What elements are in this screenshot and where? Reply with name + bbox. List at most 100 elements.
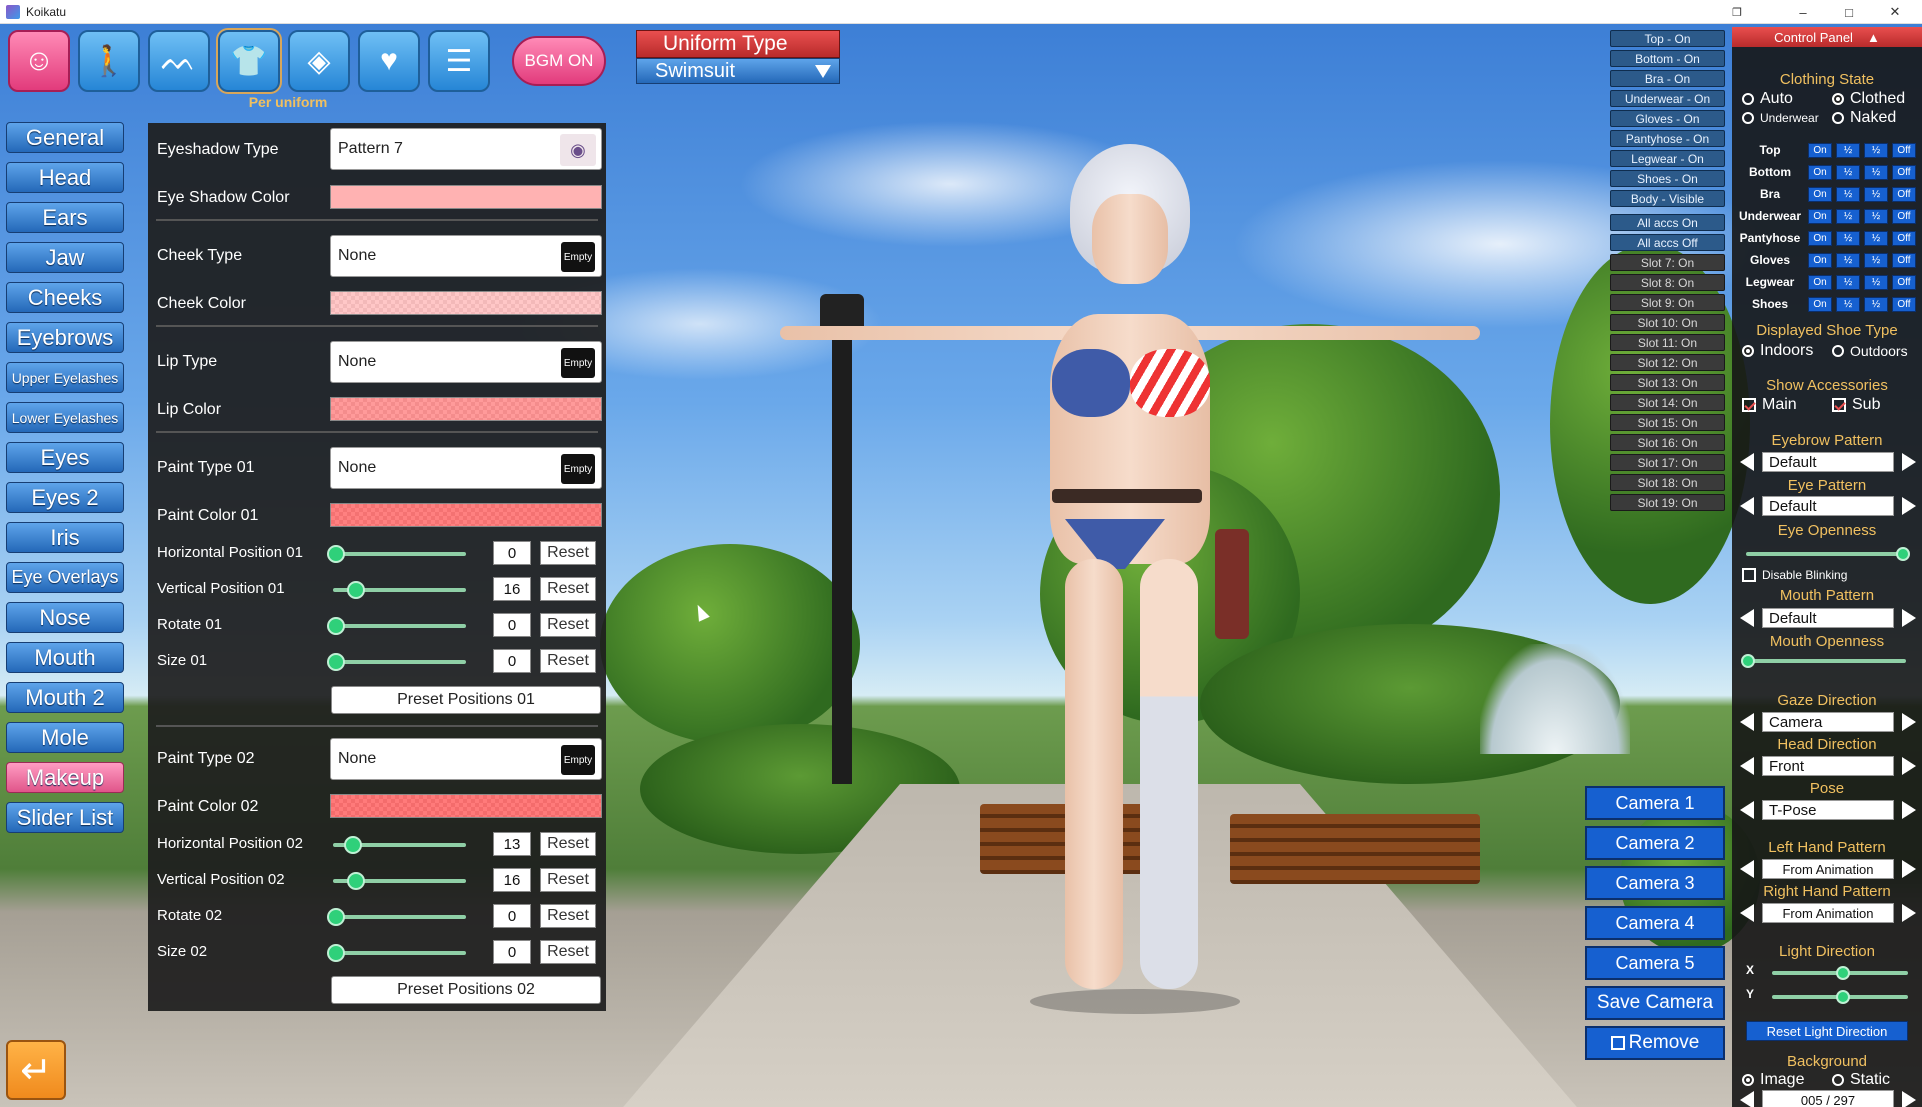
arrow-right-icon[interactable] <box>1902 757 1916 775</box>
paint1-vertical-slider[interactable] <box>333 581 466 599</box>
slot-toggle[interactable]: Slot 17: On <box>1610 454 1725 471</box>
clothing-state-button[interactable]: ½ <box>1864 296 1888 312</box>
slot-toggle[interactable]: Slot 19: On <box>1610 494 1725 511</box>
camera-3-button[interactable]: Camera 3 <box>1585 866 1725 900</box>
clothing-state-button[interactable]: On <box>1808 164 1832 180</box>
lip-color-swatch[interactable] <box>330 397 602 421</box>
preset-positions-01-button[interactable]: Preset Positions 01 <box>331 686 601 714</box>
slot-toggle[interactable]: Slot 8: On <box>1610 274 1725 291</box>
reset-button[interactable]: Reset <box>540 649 596 673</box>
maximize-button[interactable]: □ <box>1826 0 1872 24</box>
light-x-slider[interactable] <box>1772 966 1908 980</box>
arrow-right-icon[interactable] <box>1902 860 1916 878</box>
toggle-underwear[interactable]: Underwear - On <box>1610 90 1725 107</box>
category-mouth[interactable]: Mouth <box>6 642 124 673</box>
category-mouth-2[interactable]: Mouth 2 <box>6 682 124 713</box>
category-upper-eyelashes[interactable]: Upper Eyelashes <box>6 362 124 393</box>
paint2-rotate-slider[interactable] <box>327 908 466 926</box>
document-icon[interactable]: ☰ <box>428 30 490 92</box>
clothing-state-button[interactable]: On <box>1808 274 1832 290</box>
category-general[interactable]: General <box>6 122 124 153</box>
slot-toggle[interactable]: Slot 11: On <box>1610 334 1725 351</box>
value-field[interactable]: 0 <box>493 649 531 673</box>
accessory-icon[interactable]: ◈ <box>288 30 350 92</box>
toggle-bra[interactable]: Bra - On <box>1610 70 1725 87</box>
bgm-toggle-button[interactable]: BGM ON <box>512 36 606 86</box>
hair-icon[interactable]: ᨓ <box>148 30 210 92</box>
light-y-slider[interactable] <box>1772 990 1908 1004</box>
value-field[interactable]: 16 <box>493 868 531 892</box>
slider-knob[interactable] <box>347 872 365 890</box>
uniform-type-dropdown[interactable]: Swimsuit <box>636 58 840 84</box>
category-lower-eyelashes[interactable]: Lower Eyelashes <box>6 402 124 433</box>
slider-knob[interactable] <box>327 545 345 563</box>
clothing-state-button[interactable]: Off <box>1892 230 1916 246</box>
arrow-right-icon[interactable] <box>1902 713 1916 731</box>
clothes-icon[interactable]: 👕 <box>216 28 282 94</box>
arrow-left-icon[interactable] <box>1740 860 1754 878</box>
arrow-right-icon[interactable] <box>1902 1091 1916 1107</box>
clothing-state-button[interactable]: On <box>1808 142 1832 158</box>
state-underwear-radio[interactable]: Underwear <box>1742 111 1819 125</box>
paint2-color-swatch[interactable] <box>330 794 602 818</box>
category-jaw[interactable]: Jaw <box>6 242 124 273</box>
reset-button[interactable]: Reset <box>540 940 596 964</box>
clothing-state-button[interactable]: On <box>1808 230 1832 246</box>
mouth-openness-slider[interactable] <box>1741 654 1906 668</box>
slot-toggle[interactable]: Slot 12: On <box>1610 354 1725 371</box>
toggle-bottom[interactable]: Bottom - On <box>1610 50 1725 67</box>
category-ears[interactable]: Ears <box>6 202 124 233</box>
slot-toggle[interactable]: Slot 13: On <box>1610 374 1725 391</box>
paint2-size-slider[interactable] <box>327 944 466 962</box>
slider-knob[interactable] <box>344 836 362 854</box>
restore-icon[interactable]: ❐ <box>1714 0 1760 24</box>
reset-button[interactable]: Reset <box>540 868 596 892</box>
eyeshadow-color-swatch[interactable] <box>330 185 602 209</box>
slider-knob[interactable] <box>327 944 345 962</box>
show-sub-checkbox[interactable]: Sub <box>1832 396 1880 414</box>
control-panel-header[interactable]: Control Panel ▲ <box>1732 27 1922 47</box>
paint2-horizontal-slider[interactable] <box>333 836 466 854</box>
shoe-outdoors-radio[interactable]: Outdoors <box>1832 343 1908 359</box>
arrow-left-icon[interactable] <box>1740 497 1754 515</box>
clothing-state-button[interactable]: On <box>1808 296 1832 312</box>
clothing-state-button[interactable]: ½ <box>1836 142 1860 158</box>
arrow-left-icon[interactable] <box>1740 757 1754 775</box>
clothing-state-button[interactable]: ½ <box>1836 296 1860 312</box>
clothing-state-button[interactable]: Off <box>1892 252 1916 268</box>
heart-icon[interactable]: ♥ <box>358 30 420 92</box>
clothing-state-button[interactable]: Off <box>1892 164 1916 180</box>
arrow-left-icon[interactable] <box>1740 801 1754 819</box>
clothing-state-button[interactable]: ½ <box>1836 230 1860 246</box>
clothing-state-button[interactable]: Off <box>1892 186 1916 202</box>
state-auto-radio[interactable]: Auto <box>1742 90 1793 108</box>
clothing-state-button[interactable]: ½ <box>1864 208 1888 224</box>
arrow-right-icon[interactable] <box>1902 453 1916 471</box>
camera-2-button[interactable]: Camera 2 <box>1585 826 1725 860</box>
category-eyes-2[interactable]: Eyes 2 <box>6 482 124 513</box>
clothing-state-button[interactable]: Off <box>1892 274 1916 290</box>
paint1-horizontal-slider[interactable] <box>327 545 466 563</box>
toggle-pantyhose[interactable]: Pantyhose - On <box>1610 130 1725 147</box>
slot-toggle[interactable]: Slot 10: On <box>1610 314 1725 331</box>
clothing-state-button[interactable]: On <box>1808 252 1832 268</box>
category-nose[interactable]: Nose <box>6 602 124 633</box>
paint1-size-slider[interactable] <box>327 653 466 671</box>
clothing-state-button[interactable]: ½ <box>1864 164 1888 180</box>
all-accs-on-button[interactable]: All accs On <box>1610 214 1725 231</box>
category-eye-overlays[interactable]: Eye Overlays <box>6 562 124 593</box>
arrow-right-icon[interactable] <box>1902 609 1916 627</box>
clothing-state-button[interactable]: ½ <box>1864 252 1888 268</box>
clothing-state-button[interactable]: ½ <box>1836 252 1860 268</box>
preset-positions-02-button[interactable]: Preset Positions 02 <box>331 976 601 1004</box>
toggle-legwear[interactable]: Legwear - On <box>1610 150 1725 167</box>
clothing-state-button[interactable]: ½ <box>1836 208 1860 224</box>
value-field[interactable]: 0 <box>493 613 531 637</box>
cheek-color-swatch[interactable] <box>330 291 602 315</box>
slot-toggle[interactable]: Slot 16: On <box>1610 434 1725 451</box>
slot-toggle[interactable]: Slot 15: On <box>1610 414 1725 431</box>
toggle-body[interactable]: Body - Visible <box>1610 190 1725 207</box>
lip-type-selector[interactable]: None Empty <box>330 341 602 383</box>
clothing-state-button[interactable]: ½ <box>1836 186 1860 202</box>
show-main-checkbox[interactable]: Main <box>1742 396 1797 414</box>
